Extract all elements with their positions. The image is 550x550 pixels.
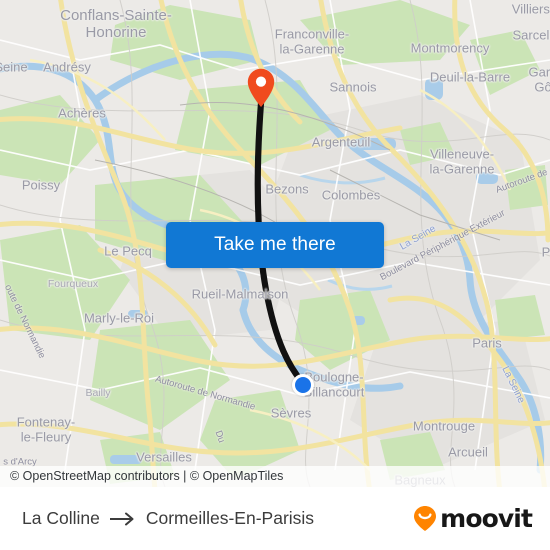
origin-label: La Colline [22, 508, 100, 528]
location-dot-icon [292, 374, 314, 396]
map-share-card: Conflans-Sainte- HonorineAndrésySeineAch… [0, 0, 550, 550]
moovit-logo: moovit [412, 504, 533, 533]
arrow-right-icon [109, 512, 134, 525]
take-me-there-button[interactable]: Take me there [166, 222, 384, 268]
map-attribution: © OpenStreetMap contributors | © OpenMap… [0, 466, 550, 487]
route-summary: La Colline Cormeilles-En-Parisis [22, 508, 314, 529]
footer-bar: La Colline Cormeilles-En-Parisis moovit [0, 487, 550, 550]
destination-label: Cormeilles-En-Parisis [145, 508, 315, 528]
moovit-wordmark: moovit [440, 504, 533, 533]
moovit-pin-icon [414, 506, 437, 531]
map-canvas[interactable]: Conflans-Sainte- HonorineAndrésySeineAch… [0, 0, 550, 487]
